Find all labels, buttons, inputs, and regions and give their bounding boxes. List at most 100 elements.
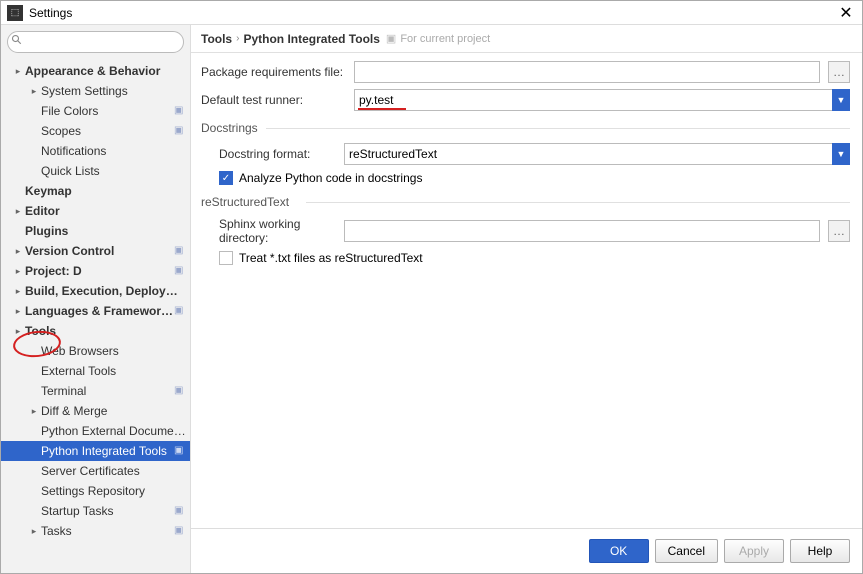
sidebar-item[interactable]: File Colors▣ <box>1 101 190 121</box>
sidebar-item-label: Editor <box>25 204 186 218</box>
sidebar-item-label: Tasks <box>41 524 174 538</box>
project-badge-icon: ▣ <box>174 445 186 457</box>
breadcrumb: Tools › Python Integrated Tools ▣ For cu… <box>191 25 862 53</box>
sidebar-item[interactable]: ▸Project: D▣ <box>1 261 190 281</box>
sidebar-item-label: External Tools <box>41 364 186 378</box>
sidebar: ▸Appearance & Behavior▸System SettingsFi… <box>1 25 191 573</box>
chevron-right-icon: ▸ <box>29 406 39 417</box>
sidebar-item-label: Plugins <box>25 224 186 238</box>
sidebar-item[interactable]: Python External Documentatic <box>1 421 190 441</box>
treat-txt-checkbox[interactable] <box>219 251 233 265</box>
sidebar-item[interactable]: Scopes▣ <box>1 121 190 141</box>
sidebar-item-label: Version Control <box>25 244 174 258</box>
sidebar-item[interactable]: External Tools <box>1 361 190 381</box>
row-analyze: ✓ Analyze Python code in docstrings <box>201 171 850 185</box>
sidebar-item[interactable]: Server Certificates <box>1 461 190 481</box>
rst-title: reStructuredText <box>201 195 850 209</box>
runner-select-wrap: ▼ <box>354 89 850 111</box>
sphinx-browse-button[interactable]: … <box>828 220 850 242</box>
docformat-select-wrap: ▼ <box>344 143 850 165</box>
docformat-select[interactable] <box>344 143 850 165</box>
chevron-right-icon: › <box>236 33 239 44</box>
fieldset-rst: reStructuredText Sphinx working director… <box>201 195 850 265</box>
project-badge-icon: ▣ <box>174 385 186 397</box>
docstrings-title: Docstrings <box>201 121 850 135</box>
runner-label: Default test runner: <box>201 93 346 107</box>
sidebar-item[interactable]: Web Browsers <box>1 341 190 361</box>
sidebar-item-label: Languages & Frameworks <box>25 304 174 318</box>
project-badge-icon: ▣ <box>174 125 186 137</box>
title-bar: ⬚ Settings ✕ <box>1 1 862 25</box>
analyze-checkbox[interactable]: ✓ <box>219 171 233 185</box>
sidebar-item[interactable]: Quick Lists <box>1 161 190 181</box>
sidebar-item-label: Project: D <box>25 264 174 278</box>
sidebar-item[interactable]: ▸Languages & Frameworks▣ <box>1 301 190 321</box>
project-scope-icon: ▣ <box>386 32 396 45</box>
apply-button[interactable]: Apply <box>724 539 784 563</box>
row-docformat: Docstring format: ▼ <box>201 143 850 165</box>
sidebar-item[interactable]: Terminal▣ <box>1 381 190 401</box>
main-area: ▸Appearance & Behavior▸System SettingsFi… <box>1 25 862 573</box>
sidebar-item[interactable]: Startup Tasks▣ <box>1 501 190 521</box>
chevron-right-icon: ▸ <box>29 86 39 97</box>
sidebar-item-label: Tools <box>25 324 186 338</box>
sidebar-item[interactable]: ▸Editor <box>1 201 190 221</box>
help-button[interactable]: Help <box>790 539 850 563</box>
sidebar-item[interactable]: Plugins <box>1 221 190 241</box>
chevron-right-icon: ▸ <box>13 326 23 337</box>
pkg-browse-button[interactable]: … <box>828 61 850 83</box>
sidebar-item[interactable]: Keymap <box>1 181 190 201</box>
project-badge-icon: ▣ <box>174 505 186 517</box>
sidebar-item[interactable]: Notifications <box>1 141 190 161</box>
project-badge-icon: ▣ <box>174 105 186 117</box>
sidebar-item-label: Server Certificates <box>41 464 186 478</box>
ok-button[interactable]: OK <box>589 539 649 563</box>
sidebar-item[interactable]: ▸Version Control▣ <box>1 241 190 261</box>
sidebar-item-label: Terminal <box>41 384 174 398</box>
row-treat-txt: Treat *.txt files as reStructuredText <box>201 251 850 265</box>
runner-select[interactable] <box>354 89 850 111</box>
sidebar-item[interactable]: ▸Tasks▣ <box>1 521 190 541</box>
sidebar-item[interactable]: ▸Build, Execution, Deployment <box>1 281 190 301</box>
sidebar-item[interactable]: ▸Tools <box>1 321 190 341</box>
sidebar-item[interactable]: Settings Repository <box>1 481 190 501</box>
chevron-right-icon: ▸ <box>13 286 23 297</box>
sidebar-item-label: Web Browsers <box>41 344 186 358</box>
pkg-req-input[interactable] <box>354 61 820 83</box>
sidebar-item-label: Python Integrated Tools <box>41 444 174 458</box>
sidebar-item-label: Build, Execution, Deployment <box>25 284 186 298</box>
form-body: Package requirements file: … Default tes… <box>191 53 862 528</box>
sidebar-item-label: Quick Lists <box>41 164 186 178</box>
close-icon[interactable]: ✕ <box>836 3 856 23</box>
project-badge-icon: ▣ <box>174 525 186 537</box>
chevron-right-icon: ▸ <box>13 306 23 317</box>
row-sphinx: Sphinx working directory: … <box>201 217 850 245</box>
sidebar-item[interactable]: ▸System Settings <box>1 81 190 101</box>
fieldset-docstrings: Docstrings Docstring format: ▼ ✓ Analyze… <box>201 121 850 185</box>
footer: OK Cancel Apply Help <box>191 528 862 573</box>
sidebar-item-label: Settings Repository <box>41 484 186 498</box>
search-input[interactable] <box>7 31 184 53</box>
window-title: Settings <box>29 6 72 20</box>
sidebar-item[interactable]: ▸Appearance & Behavior <box>1 61 190 81</box>
sidebar-item-label: Startup Tasks <box>41 504 174 518</box>
sidebar-item-label: File Colors <box>41 104 174 118</box>
sidebar-item[interactable]: ▸Diff & Merge <box>1 401 190 421</box>
sidebar-item-label: Scopes <box>41 124 174 138</box>
project-badge-icon: ▣ <box>174 265 186 277</box>
sidebar-item[interactable]: Python Integrated Tools▣ <box>1 441 190 461</box>
chevron-right-icon: ▸ <box>13 266 23 277</box>
settings-tree: ▸Appearance & Behavior▸System SettingsFi… <box>1 59 190 543</box>
sphinx-input[interactable] <box>344 220 820 242</box>
chevron-right-icon: ▸ <box>13 66 23 77</box>
sidebar-item-label: Appearance & Behavior <box>25 64 186 78</box>
row-test-runner: Default test runner: ▼ <box>201 89 850 111</box>
row-package-req: Package requirements file: … <box>201 61 850 83</box>
sidebar-item-label: Keymap <box>25 184 186 198</box>
annotation-underline <box>358 108 406 110</box>
sphinx-label: Sphinx working directory: <box>201 217 336 245</box>
sidebar-item-label: Python External Documentatic <box>41 424 186 438</box>
sidebar-item-label: System Settings <box>41 84 186 98</box>
cancel-button[interactable]: Cancel <box>655 539 718 563</box>
sidebar-item-label: Notifications <box>41 144 186 158</box>
